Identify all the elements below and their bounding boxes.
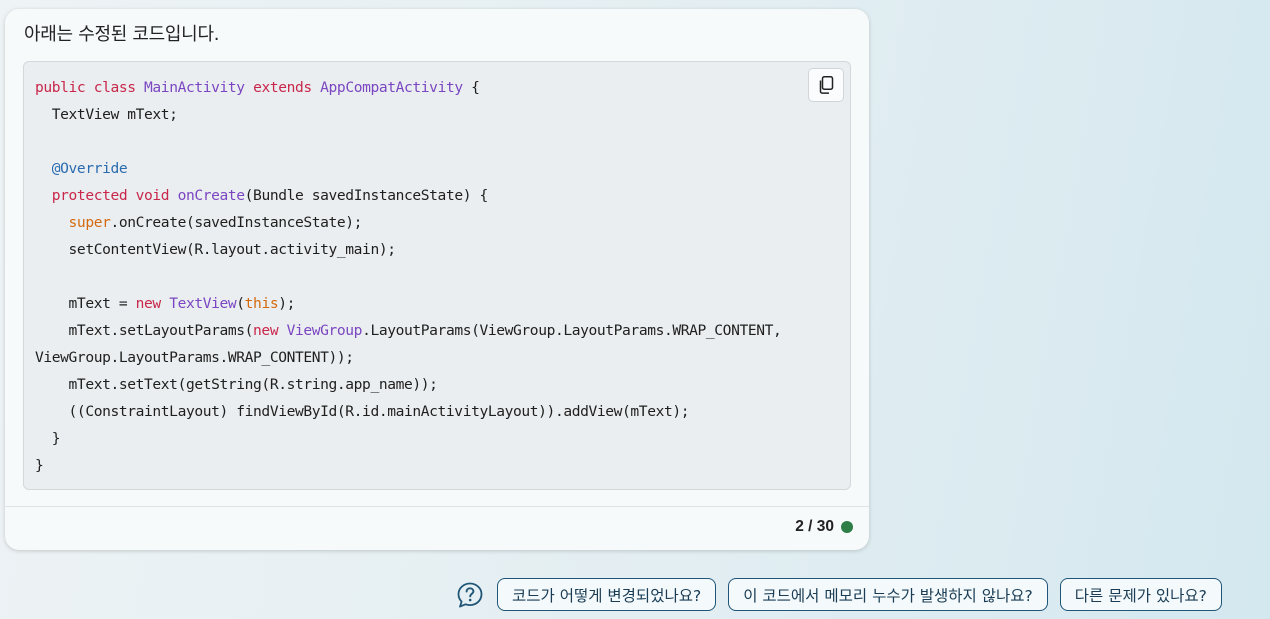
code-line: } bbox=[35, 425, 781, 452]
message-intro-text: 아래는 수정된 코드입니다. bbox=[24, 24, 220, 45]
code-token: new bbox=[135, 295, 170, 312]
suggestion-bar: 코드가 어떻게 변경되었나요? 이 코드에서 메모리 누수가 발생하지 않나요?… bbox=[456, 578, 1222, 611]
assistant-message-card: 아래는 수정된 코드입니다. public class MainActivity… bbox=[5, 9, 869, 550]
code-token: setContentView(R.layout.activity_main); bbox=[35, 241, 396, 258]
code-line: setContentView(R.layout.activity_main); bbox=[35, 236, 781, 263]
suggestion-chip-other-issues[interactable]: 다른 문제가 있나요? bbox=[1059, 578, 1222, 611]
code-line: protected void onCreate(Bundle savedInst… bbox=[35, 182, 781, 209]
code-line: mText = new TextView(this); bbox=[35, 290, 781, 317]
code-block: public class MainActivity extends AppCom… bbox=[23, 61, 851, 490]
code-token: ( bbox=[236, 295, 245, 312]
suggestion-chip-what-changed[interactable]: 코드가 어떻게 변경되었나요? bbox=[497, 578, 717, 611]
code-token: TextView mText; bbox=[35, 106, 178, 123]
code-token: TextView bbox=[169, 295, 237, 312]
code-line: } bbox=[35, 452, 781, 479]
code-token: ViewGroup.LayoutParams.WRAP_CONTENT)); bbox=[35, 349, 354, 366]
code-token: new bbox=[253, 322, 287, 339]
code-token: ); bbox=[278, 295, 295, 312]
code-token: mText.setText(getString(R.string.app_nam… bbox=[35, 376, 438, 393]
code-token: protected void bbox=[35, 187, 178, 204]
code-line: public class MainActivity extends AppCom… bbox=[35, 74, 781, 101]
code-line: mText.setText(getString(R.string.app_nam… bbox=[35, 371, 781, 398]
card-divider bbox=[5, 506, 869, 507]
code-token: } bbox=[35, 430, 61, 447]
code-token: this bbox=[244, 295, 279, 312]
code-token: .onCreate(savedInstanceState); bbox=[110, 214, 363, 231]
code-token: (Bundle savedInstanceState) { bbox=[244, 187, 489, 204]
code-token: public class bbox=[35, 79, 145, 96]
code-token: extends bbox=[253, 79, 321, 96]
copy-code-button[interactable] bbox=[808, 68, 844, 102]
code-token: mText.setLayoutParams( bbox=[35, 322, 254, 339]
code-token: @Override bbox=[35, 160, 128, 177]
code-line: TextView mText; bbox=[35, 101, 781, 128]
code-token: MainActivity bbox=[144, 79, 254, 96]
code-line: mText.setLayoutParams(new ViewGroup.Layo… bbox=[35, 317, 782, 344]
suggestion-chip-memory-leak[interactable]: 이 코드에서 메모리 누수가 발생하지 않나요? bbox=[728, 578, 1048, 611]
code-line: @Override bbox=[35, 155, 781, 182]
code-line: super.onCreate(savedInstanceState); bbox=[35, 209, 781, 236]
code-token: super bbox=[68, 214, 111, 231]
code-line: ViewGroup.LayoutParams.WRAP_CONTENT)); bbox=[35, 344, 781, 371]
code-token: onCreate bbox=[177, 187, 245, 204]
response-counter: 2 / 30 bbox=[795, 518, 853, 536]
copy-icon bbox=[819, 76, 834, 94]
response-count-text: 2 / 30 bbox=[795, 518, 834, 535]
code-token: ViewGroup bbox=[286, 322, 363, 339]
question-chat-icon[interactable] bbox=[456, 581, 484, 609]
code-token: .LayoutParams(ViewGroup.LayoutParams.WRA… bbox=[362, 322, 782, 339]
code-token: AppCompatActivity bbox=[320, 79, 463, 96]
code-token: } bbox=[35, 457, 44, 474]
code-token: mText = bbox=[35, 295, 136, 312]
code-token: ((ConstraintLayout) findViewById(R.id.ma… bbox=[35, 403, 690, 420]
code-token: { bbox=[462, 79, 480, 96]
code-line: ((ConstraintLayout) findViewById(R.id.ma… bbox=[35, 398, 781, 425]
status-dot bbox=[841, 521, 853, 533]
code-content: public class MainActivity extends AppCom… bbox=[35, 74, 782, 479]
